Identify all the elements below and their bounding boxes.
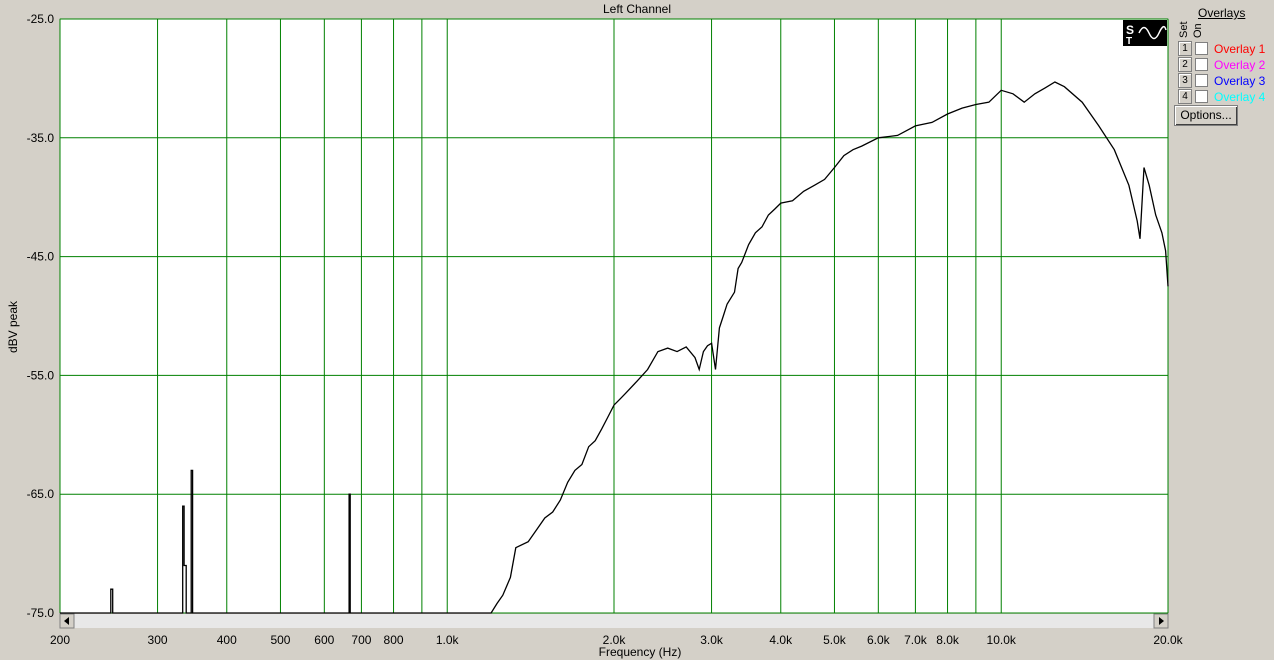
svg-text:S: S bbox=[1126, 23, 1134, 37]
y-tick-label: -35.0 bbox=[27, 131, 55, 145]
overlay-header-on: On bbox=[1192, 23, 1204, 38]
y-tick-label: -75.0 bbox=[27, 606, 55, 620]
overlay-header-set: Set bbox=[1178, 21, 1190, 38]
logo-icon: S T bbox=[1123, 20, 1167, 47]
overlay-set-button-2[interactable]: 2 bbox=[1178, 57, 1192, 72]
x-axis-label: Frequency (Hz) bbox=[598, 645, 682, 659]
options-button[interactable]: Options... bbox=[1174, 105, 1238, 126]
x-tick-label: 400 bbox=[217, 633, 237, 647]
x-tick-label: 1.0k bbox=[436, 633, 460, 647]
x-tick-label: 5.0k bbox=[823, 633, 847, 647]
overlay-set-button-4[interactable]: 4 bbox=[1178, 89, 1192, 104]
x-tick-label: 7.0k bbox=[904, 633, 928, 647]
chart-svg: -25.0 -35.0 -45.0 -55.0 -65.0 -75.0 200 300 400 5… bbox=[27, 12, 1184, 647]
svg-text:T: T bbox=[1126, 36, 1132, 46]
overlays-title: Overlays bbox=[1198, 6, 1246, 20]
x-tick-label: 10.0k bbox=[987, 633, 1017, 647]
x-tick-label: 700 bbox=[351, 633, 371, 647]
overlay-row-4: 4 Overlay 4 bbox=[1178, 89, 1265, 104]
y-tick-label: -55.0 bbox=[27, 368, 55, 382]
x-tick-label: 4.0k bbox=[769, 633, 793, 647]
y-tick-label: -65.0 bbox=[27, 487, 55, 501]
x-tick-label: 800 bbox=[384, 633, 404, 647]
y-axis-label: dBV peak bbox=[6, 300, 20, 354]
overlay-row-1: 1 Overlay 1 bbox=[1178, 41, 1265, 56]
overlay-row-3: 3 Overlay 3 bbox=[1178, 73, 1265, 88]
overlay-label-1: Overlay 1 bbox=[1214, 41, 1266, 56]
x-tick-label: 600 bbox=[314, 633, 334, 647]
y-tick-label: -25.0 bbox=[27, 12, 55, 26]
x-tick-label: 6.0k bbox=[867, 633, 891, 647]
x-tick-label: 20.0k bbox=[1153, 633, 1183, 647]
overlay-row-2: 2 Overlay 2 bbox=[1178, 57, 1265, 72]
overlay-label-3: Overlay 3 bbox=[1214, 73, 1266, 88]
overlay-checkbox-1[interactable] bbox=[1195, 42, 1208, 55]
overlay-label-2: Overlay 2 bbox=[1214, 57, 1266, 72]
overlay-set-button-3[interactable]: 3 bbox=[1178, 73, 1192, 88]
x-tick-label: 500 bbox=[270, 633, 290, 647]
x-tick-label: 300 bbox=[148, 633, 168, 647]
x-scrollbar bbox=[60, 614, 1168, 628]
x-tick-label: 8.0k bbox=[936, 633, 960, 647]
overlay-checkbox-2[interactable] bbox=[1195, 58, 1208, 71]
y-tick-label: -45.0 bbox=[27, 250, 55, 264]
overlay-checkbox-3[interactable] bbox=[1195, 74, 1208, 87]
overlay-checkbox-4[interactable] bbox=[1195, 90, 1208, 103]
x-tick-label: 200 bbox=[50, 633, 70, 647]
overlay-label-4: Overlay 4 bbox=[1214, 89, 1266, 104]
overlay-set-button-1[interactable]: 1 bbox=[1178, 41, 1192, 56]
